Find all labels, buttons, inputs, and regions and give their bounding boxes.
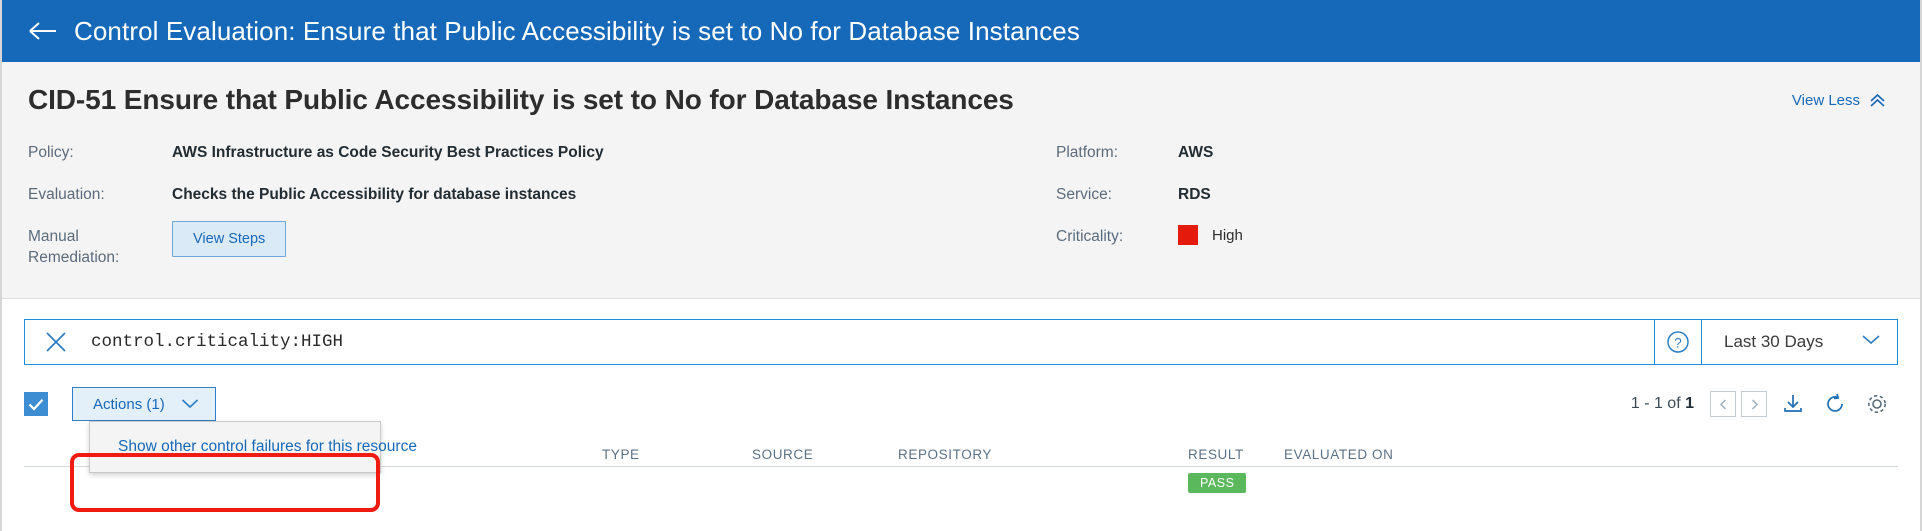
criticality-value: High — [1212, 226, 1243, 244]
search-query-value: control.criticality:HIGH — [91, 332, 344, 352]
chevron-right-icon — [1751, 398, 1758, 410]
field-service: Service: RDS — [1056, 182, 1894, 222]
chevron-down-icon — [1861, 333, 1881, 351]
chevron-double-up-icon — [1869, 93, 1886, 108]
column-header-result: RESULT — [1188, 447, 1244, 462]
field-policy-value: AWS Infrastructure as Code Security Best… — [172, 144, 604, 161]
actions-dropdown-label: Actions (1) — [93, 395, 165, 413]
pagination-summary: 1 - 1 of 1 — [1631, 395, 1694, 413]
back-arrow-icon[interactable] — [20, 11, 66, 51]
detail-header-row: CID-51 Ensure that Public Accessibility … — [28, 84, 1894, 116]
date-range-value: Last 30 Days — [1724, 332, 1824, 351]
view-steps-button[interactable]: View Steps — [172, 221, 287, 257]
prev-page-button[interactable] — [1710, 391, 1736, 417]
field-evaluation-value: Checks the Public Accessibility for data… — [172, 186, 577, 203]
results-toolbar: Actions (1) 1 - 1 of 1 Show other contro… — [2, 387, 1920, 473]
criticality-color-swatch — [1178, 225, 1198, 245]
download-icon — [1784, 395, 1802, 412]
checkmark-icon — [28, 398, 44, 411]
svg-text:?: ? — [1674, 336, 1682, 351]
field-evaluation: Evaluation: Checks the Public Accessibil… — [28, 182, 1028, 222]
field-service-value: RDS — [1178, 186, 1211, 203]
control-detail-panel: CID-51 Ensure that Public Accessibility … — [2, 62, 1920, 299]
field-service-label: Service: — [1056, 186, 1112, 203]
field-policy-label: Policy: — [28, 144, 74, 161]
detail-fields-right: Platform: AWS Service: RDS Criticality: … — [1028, 140, 1894, 278]
page-header-bar: Control Evaluation: Ensure that Public A… — [2, 0, 1920, 62]
select-all-checkbox[interactable] — [24, 392, 48, 416]
view-less-label: View Less — [1791, 92, 1860, 109]
pagination-and-tools: 1 - 1 of 1 — [1631, 389, 1898, 419]
field-criticality-label: Criticality: — [1056, 228, 1124, 245]
next-page-button[interactable] — [1741, 391, 1767, 417]
page-header-title: Control Evaluation: Ensure that Public A… — [74, 15, 1080, 46]
actions-dropdown-menu: Show other control failures for this res… — [89, 421, 417, 473]
download-button[interactable] — [1772, 389, 1814, 419]
date-range-select[interactable]: Last 30 Days — [1701, 319, 1898, 365]
search-help-container: ? — [1654, 319, 1701, 365]
refresh-icon — [1827, 393, 1843, 412]
field-platform: Platform: AWS — [1056, 140, 1894, 180]
detail-fields-left: Policy: AWS Infrastructure as Code Secur… — [28, 140, 1028, 278]
column-header-repository: REPOSITORY — [898, 447, 993, 462]
control-evaluation-page: Control Evaluation: Ensure that Public A… — [0, 0, 1922, 531]
pagination-total: 1 — [1685, 395, 1694, 412]
chevron-left-icon — [1719, 398, 1726, 410]
field-platform-label: Platform: — [1056, 144, 1119, 161]
question-circle-icon[interactable]: ? — [1655, 329, 1701, 355]
pagination-range: 1 - 1 of — [1630, 395, 1686, 412]
refresh-button[interactable] — [1814, 389, 1856, 419]
criticality-indicator: High — [1178, 224, 1243, 245]
search-bar: control.criticality:HIGH ? Last 30 Days — [2, 299, 1920, 365]
field-policy: Policy: AWS Infrastructure as Code Secur… — [28, 140, 1028, 180]
field-criticality: Criticality: High — [1056, 224, 1894, 264]
detail-fields: Policy: AWS Infrastructure as Code Secur… — [28, 140, 1894, 278]
gear-icon — [1868, 395, 1886, 413]
status-badge: PASS — [1188, 473, 1247, 493]
column-header-evaluated-on: EVALUATED ON — [1284, 447, 1394, 462]
field-evaluation-label: Evaluation: — [28, 186, 105, 203]
close-x-icon[interactable] — [43, 329, 69, 355]
menu-item-show-other-failures[interactable]: Show other control failures for this res… — [90, 422, 417, 472]
field-manual-remediation-label: Manual Remediation: — [28, 228, 120, 266]
actions-dropdown-button[interactable]: Actions (1) — [72, 387, 216, 421]
field-manual-remediation: Manual Remediation: View Steps — [28, 221, 1028, 276]
settings-button[interactable] — [1856, 389, 1898, 419]
column-header-source: SOURCE — [752, 447, 814, 462]
page-title: CID-51 Ensure that Public Accessibility … — [28, 84, 1014, 115]
cell-result: PASS — [1188, 473, 1284, 493]
field-platform-value: AWS — [1178, 144, 1214, 161]
search-input-container[interactable]: control.criticality:HIGH — [24, 319, 1654, 365]
view-less-toggle[interactable]: View Less — [1792, 92, 1886, 109]
column-header-type: TYPE — [602, 447, 640, 462]
chevron-down-icon — [181, 396, 199, 413]
